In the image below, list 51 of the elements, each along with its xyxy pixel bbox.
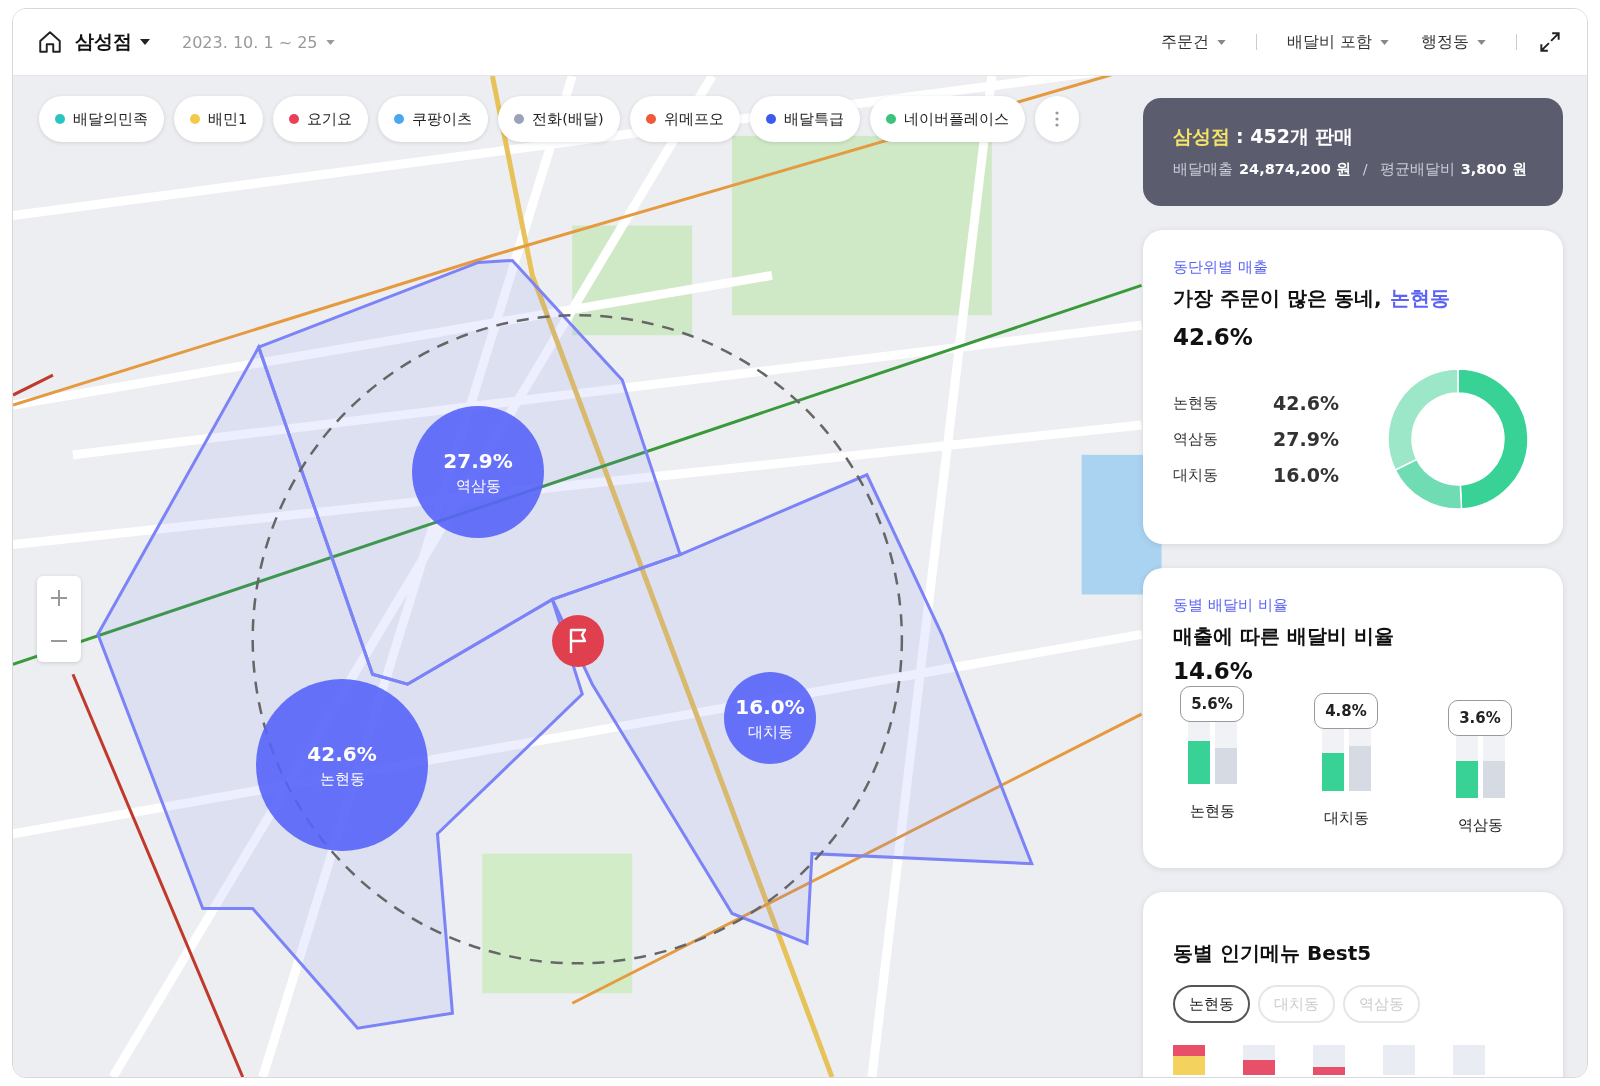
stat-value: 24,874,200 원 (1239, 160, 1351, 179)
more-icon (1054, 111, 1059, 127)
plus-icon (49, 587, 69, 608)
store-dropdown[interactable]: 삼성점 (75, 29, 150, 55)
platform-chip[interactable]: 위메프오 (629, 96, 740, 142)
filter-dropdown[interactable]: 배달비 포함 (1276, 31, 1399, 53)
district-tab[interactable]: 논현동 (1173, 985, 1250, 1023)
caret-icon (140, 39, 150, 45)
district-label: 대치동 (1323, 809, 1369, 828)
card-eyebrow: 동별 배달비 비율 (1173, 596, 1289, 615)
district-name: 대치동 (1173, 465, 1219, 485)
platform-chip[interactable]: 쿠팡이츠 (378, 96, 489, 142)
sales-count: : 452개 판매 (1236, 124, 1354, 149)
value-tooltip: 5.6% (1180, 686, 1244, 722)
caret-icon (1477, 39, 1486, 45)
platform-chip[interactable]: 요기요 (273, 96, 369, 142)
filter-dropdown[interactable]: 주문건 (1150, 31, 1236, 53)
highlight-district: 논현동 (1389, 285, 1450, 312)
home-icon[interactable] (37, 29, 63, 55)
store-name: 삼성점 (1173, 124, 1230, 149)
platform-chip[interactable]: 배달의민족 (39, 96, 164, 142)
district-share: 42.6% (1273, 392, 1337, 414)
minus-icon (51, 639, 67, 642)
caret-icon (325, 39, 335, 45)
top-share-value: 42.6% (1173, 324, 1254, 350)
store-flag-marker[interactable] (552, 615, 604, 667)
card-heading: 동별 인기메뉴 Best5 (1173, 940, 1373, 967)
fee-ratio-value: 14.6% (1173, 658, 1254, 684)
platform-chip[interactable]: 전화(배달) (498, 96, 620, 142)
platform-chip[interactable]: 배민1 (174, 96, 264, 142)
value-tooltip: 3.6% (1448, 700, 1512, 736)
district-label: 역삼동 (1457, 816, 1503, 835)
district-share: 27.9% (1273, 428, 1337, 450)
caret-icon (1380, 39, 1389, 45)
separator-text: / (1362, 161, 1368, 177)
district-name: 역삼동 (1173, 429, 1219, 449)
caret-icon (1216, 39, 1226, 45)
filter-dropdown[interactable]: 행정동 (1411, 31, 1496, 53)
expand-icon[interactable] (1537, 29, 1563, 55)
district-share: 16.0% (1273, 464, 1337, 486)
platform-chip[interactable]: 네이버플레이스 (869, 96, 1025, 142)
card-heading: 가장 주문이 많은 동네, (1173, 285, 1382, 312)
platform-chip[interactable]: 배달특급 (749, 96, 860, 142)
value-tooltip: 4.8% (1314, 693, 1378, 729)
card-eyebrow: 동단위별 매출 (1173, 258, 1269, 277)
district-label: 논현동 (1189, 802, 1235, 821)
district-name: 논현동 (1173, 393, 1219, 413)
stat-label: 배달매출 (1173, 160, 1233, 179)
stat-value: 3,800 원 (1460, 160, 1527, 179)
stat-label: 평균배달비 (1379, 160, 1455, 179)
card-heading: 매출에 따른 배달비 비율 (1173, 623, 1395, 650)
